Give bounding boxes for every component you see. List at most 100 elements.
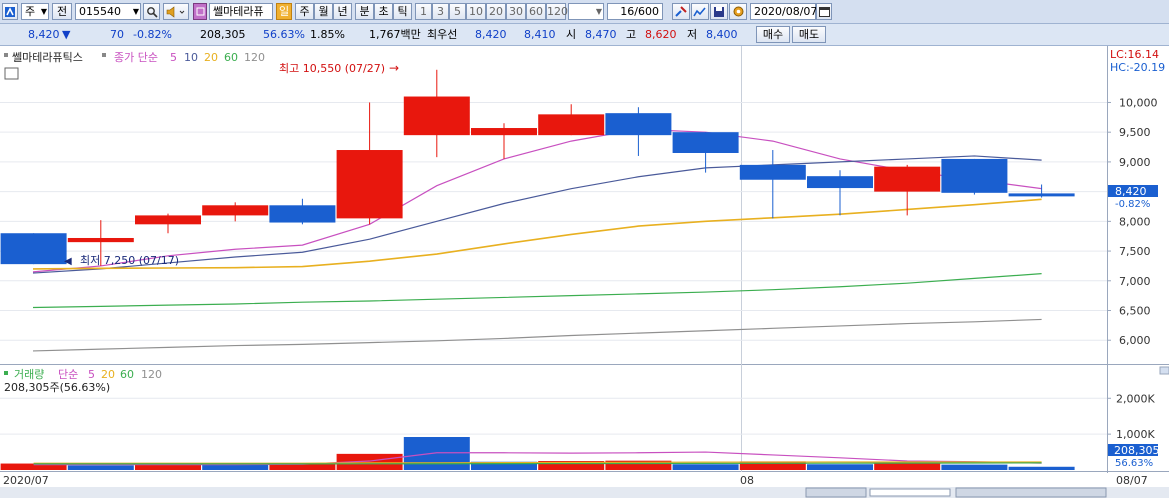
stock-name-field[interactable]: 쎌마테라퓨 (209, 3, 273, 20)
interval-30[interactable]: 30 (506, 3, 526, 20)
last-price-tag-text: 8,420 (1115, 185, 1147, 198)
toolbar: 주 ▼ 전 015540 ▼ 쎌마테라퓨 일 주 월 년 분 초 틱 1 3 5 1… (0, 0, 1169, 24)
ma-60-label: 60 (224, 51, 238, 64)
turnover-rate: 1.85% (310, 28, 345, 41)
price-tick-label: 8,000 (1119, 215, 1151, 228)
candle-body (471, 128, 537, 136)
volume-bar (807, 464, 873, 470)
ma-120-label: 120 (244, 51, 265, 64)
price-tick-label: 10,000 (1119, 96, 1158, 109)
price-tick-label: 9,500 (1119, 126, 1151, 139)
low-label: 저 (687, 28, 698, 41)
bar-count-total: /600 (634, 5, 659, 18)
best-bid: 8,410 (524, 28, 556, 41)
ma-10-label: 10 (184, 51, 198, 64)
vol-ma-5-label: 5 (88, 368, 95, 381)
grid-toggle-icon[interactable] (4, 67, 19, 80)
candle-body (403, 96, 470, 136)
price-tick-label: 9,000 (1119, 156, 1151, 169)
date-input[interactable]: 2020/08/07 (750, 3, 817, 20)
interval-120[interactable]: 120 (546, 3, 568, 20)
zoom-tools[interactable] (955, 487, 1107, 498)
ma-5-label: 5 (170, 51, 177, 64)
calendar-icon[interactable] (816, 3, 832, 20)
price-change: 70 (110, 28, 124, 41)
buy-button[interactable]: 매수 (756, 26, 790, 43)
price-tick-label: 6,000 (1119, 334, 1151, 347)
x-axis-end: 08/07 (1116, 474, 1148, 487)
period-yearly[interactable]: 년 (333, 3, 352, 20)
candle-body (538, 114, 605, 136)
low-price: 8,400 (706, 28, 738, 41)
code-input[interactable]: 015540 ▼ (75, 3, 141, 20)
candle-body (1008, 193, 1075, 197)
gear-icon[interactable] (729, 3, 747, 20)
vol-ma-120-label: 120 (141, 368, 162, 381)
volume-bar (403, 437, 470, 470)
current-price: 8,420 (28, 28, 60, 41)
period-monthly[interactable]: 월 (314, 3, 333, 20)
interval-1[interactable]: 1 (415, 3, 432, 20)
high-arrow-icon: → (389, 61, 399, 75)
chevron-down-icon: ▼ (595, 7, 602, 16)
custom-interval-input[interactable]: ▼ (568, 3, 604, 20)
volume-bar (672, 464, 739, 470)
candle-body (269, 205, 336, 223)
ma-label: 종가 단순 (114, 51, 158, 64)
trade-amount: 1,767백만 (369, 28, 421, 41)
chevron-down-icon: ▼ (40, 7, 47, 16)
candle-body (739, 164, 806, 180)
sell-button[interactable]: 매도 (792, 26, 826, 43)
candle-body (874, 166, 941, 192)
market-select[interactable]: 주 ▼ (21, 3, 49, 20)
chart-line-icon[interactable] (691, 3, 709, 20)
scroll-buttons[interactable] (805, 487, 867, 498)
interval-10[interactable]: 10 (466, 3, 486, 20)
candle-body (336, 150, 403, 219)
stock-chart[interactable]: 6,0006,5007,0007,5008,0008,5009,0009,500… (0, 46, 1169, 498)
candle-body (0, 233, 67, 265)
volume-tick-label: 1,000K (1116, 428, 1155, 441)
logo-icon[interactable] (2, 3, 18, 20)
volume-bar (874, 463, 941, 470)
last-change-text: -0.82% (1115, 199, 1150, 210)
legend-marker (4, 371, 8, 375)
last-volume-tag-text: 208,305 (1114, 444, 1160, 457)
open-price: 8,470 (585, 28, 617, 41)
last-volume-pct: 56.63% (1115, 458, 1153, 469)
candle-body (67, 237, 134, 243)
search-icon[interactable] (143, 3, 160, 20)
vol-ma-60-label: 60 (120, 368, 134, 381)
interval-3[interactable]: 3 (432, 3, 449, 20)
vol-ma-20-label: 20 (101, 368, 115, 381)
legend-marker (4, 53, 8, 57)
period-minute[interactable]: 분 (355, 3, 374, 20)
candle-body (605, 113, 672, 136)
interval-20[interactable]: 20 (486, 3, 506, 20)
best-quote-label: 최우선 (427, 28, 458, 41)
ma-20-label: 20 (204, 51, 218, 64)
low-arrow-icon: ◀ (64, 256, 72, 267)
panel-scroll-icon[interactable] (1159, 366, 1169, 375)
best-ask: 8,420 (475, 28, 507, 41)
scrollbar-track[interactable] (869, 488, 951, 497)
volume-bar (202, 464, 269, 470)
price-tick-label: 6,500 (1119, 305, 1151, 318)
bar-count-field[interactable]: 16/600 (607, 3, 663, 20)
period-second[interactable]: 초 (374, 3, 393, 20)
save-icon[interactable] (710, 3, 728, 20)
period-weekly[interactable]: 주 (295, 3, 314, 20)
interval-5[interactable]: 5 (449, 3, 466, 20)
info-badge[interactable]: 일 (276, 3, 292, 20)
tools-icon[interactable] (672, 3, 690, 20)
whole-button[interactable]: 전 (52, 3, 72, 20)
bar-count-value: 16 (620, 5, 635, 18)
group-icon[interactable] (193, 3, 207, 20)
candle-body (672, 132, 739, 153)
volume-bar (1008, 466, 1075, 470)
period-tick[interactable]: 틱 (393, 3, 412, 20)
x-axis-mid: 08 (740, 474, 754, 487)
candle-body (135, 215, 201, 225)
speaker-icon[interactable] (163, 3, 189, 20)
interval-60[interactable]: 60 (526, 3, 546, 20)
